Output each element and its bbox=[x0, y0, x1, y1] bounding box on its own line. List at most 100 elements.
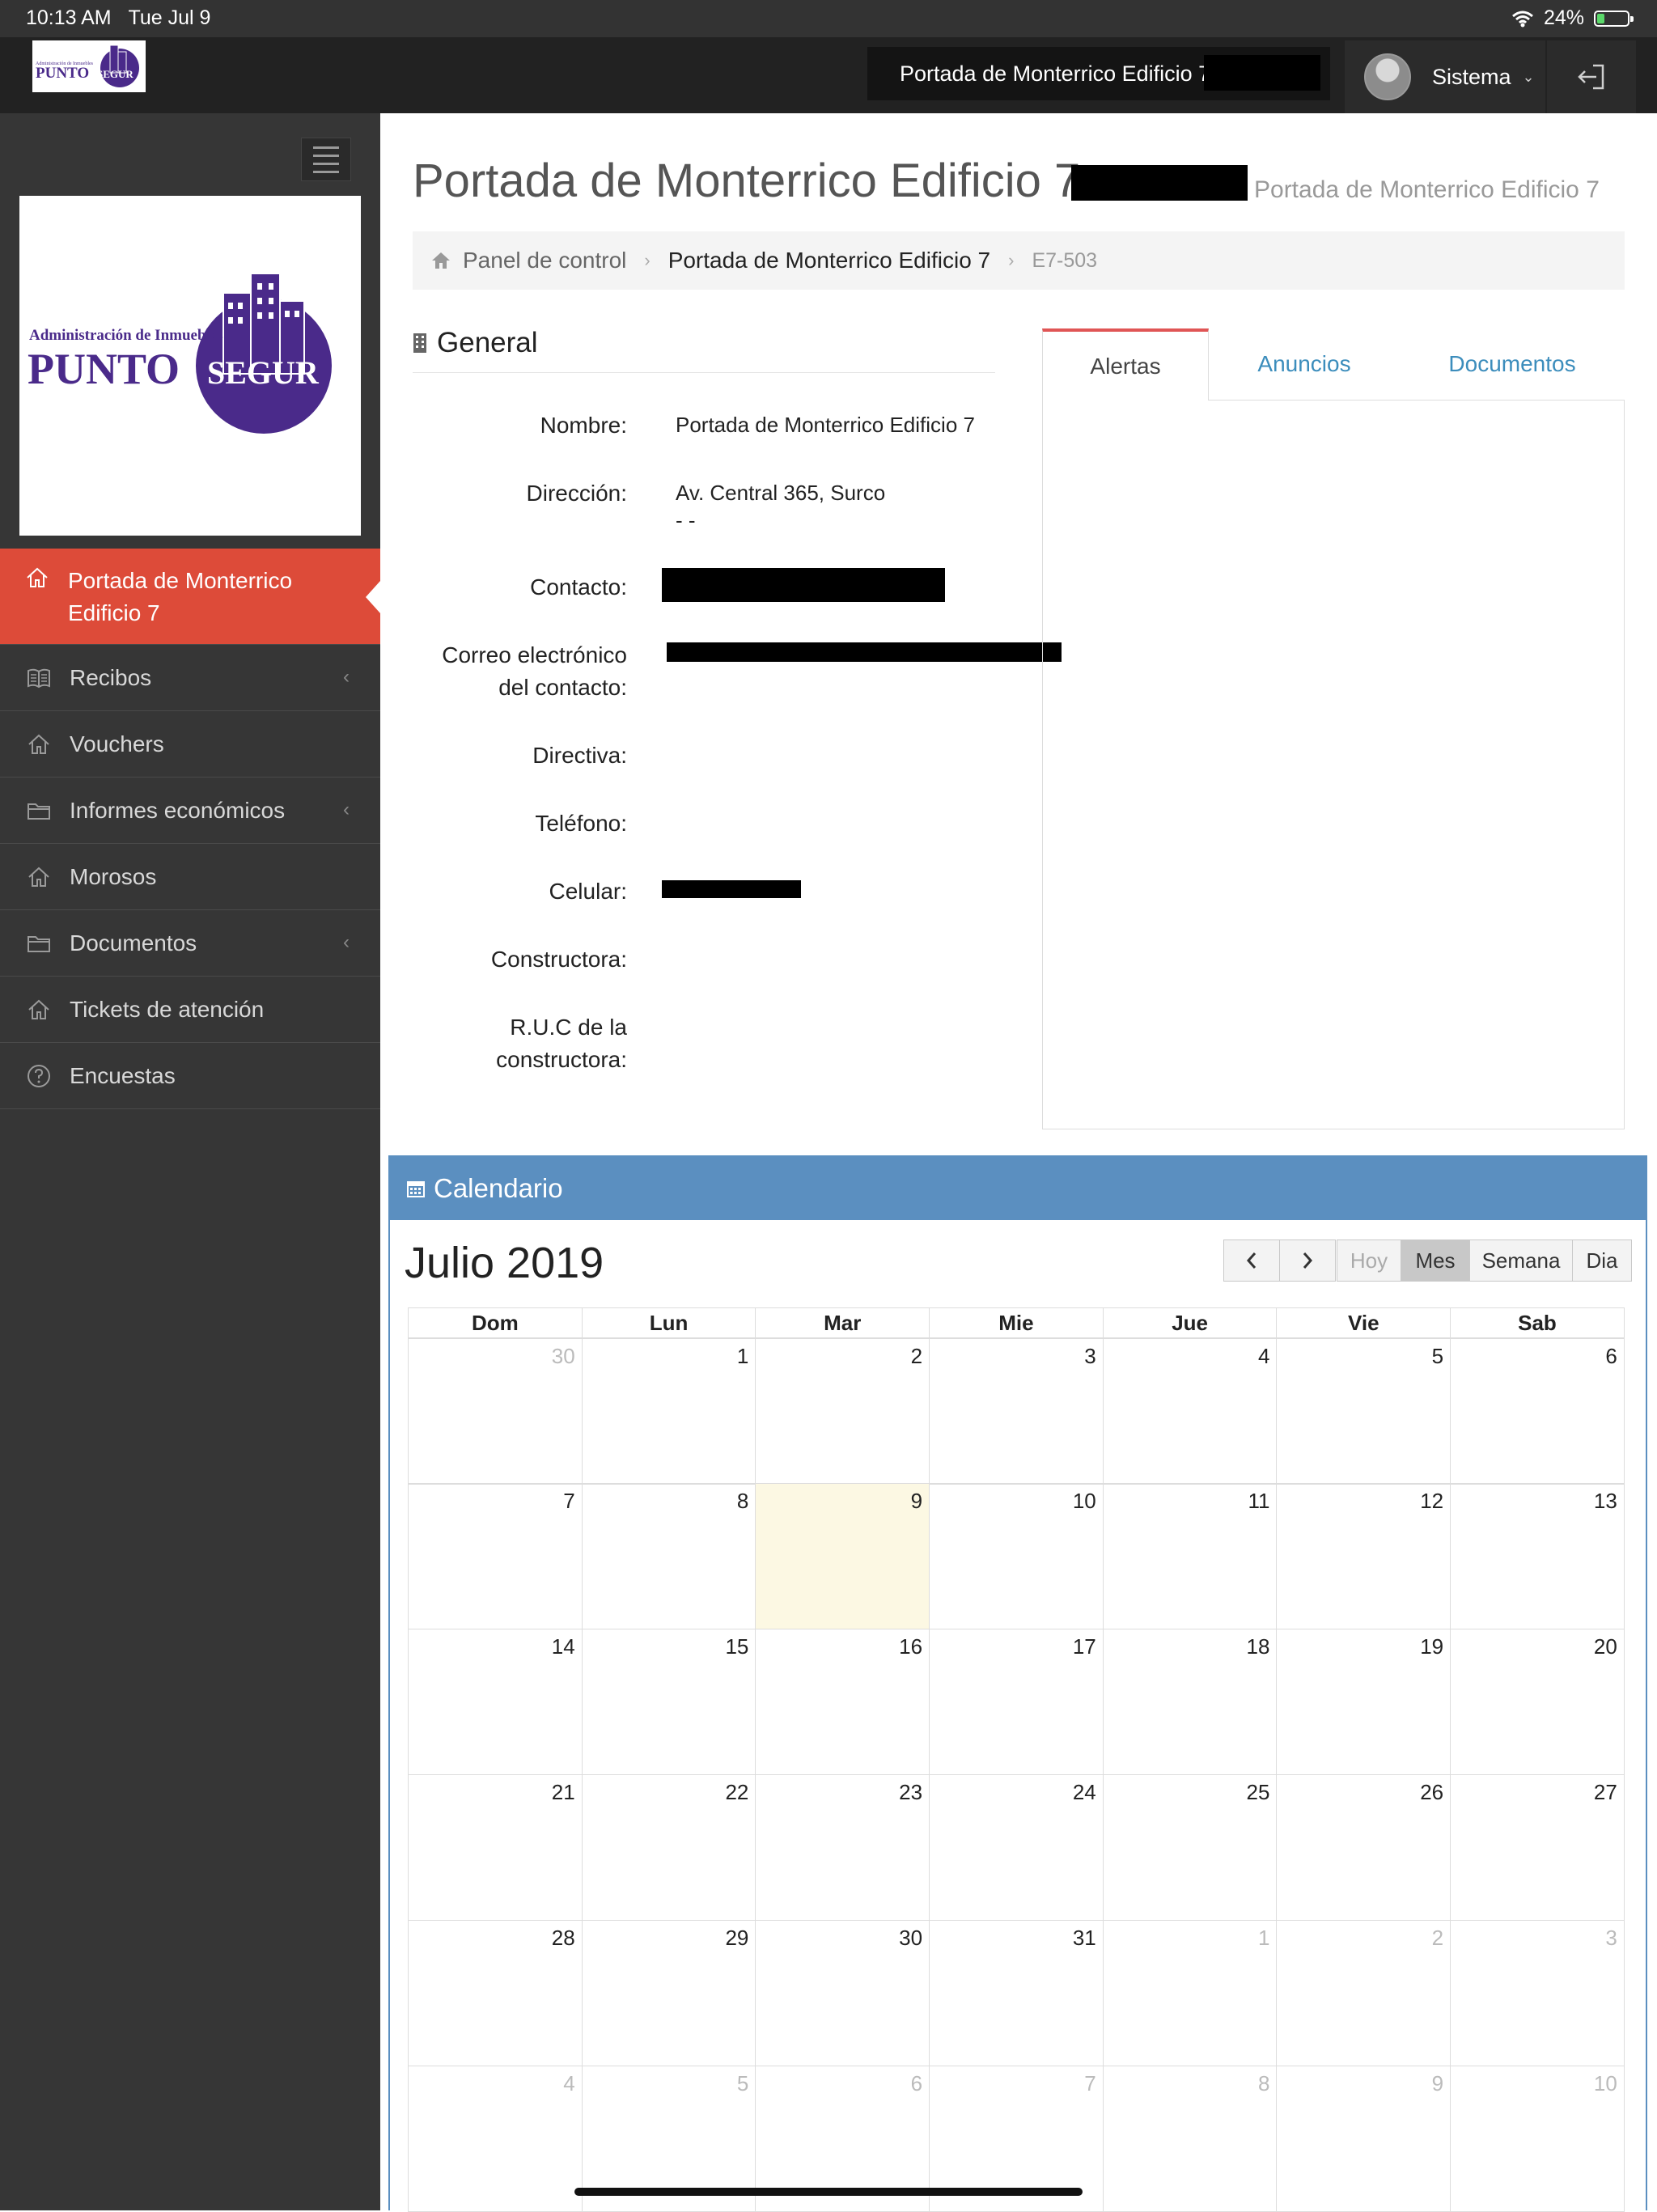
calendar-day-cell[interactable]: 28 bbox=[408, 1920, 583, 2066]
label-ruc-line1: R.U.C de la bbox=[510, 1015, 627, 1040]
calendar-day-number: 2 bbox=[910, 1344, 923, 1368]
sidebar-item-tickets-de-atención[interactable]: Tickets de atención bbox=[0, 977, 380, 1043]
calendar-day-cell[interactable]: 9 bbox=[755, 1483, 930, 1629]
sidebar-item-informes-económicos[interactable]: Informes económicos ‹ bbox=[0, 778, 380, 844]
calendar-day-cell[interactable]: 25 bbox=[1102, 1774, 1278, 1921]
sidebar-item-label: Informes económicos bbox=[70, 797, 286, 823]
value-direccion-line2: - - bbox=[676, 508, 696, 532]
calendar-day-button[interactable]: Dia bbox=[1572, 1239, 1632, 1282]
calendar-box: Calendario Julio 2019 Hoy Mes Semana Dia… bbox=[388, 1155, 1647, 2212]
page-title: Portada de Monterrico Edificio 7 bbox=[413, 155, 1081, 207]
tab-anuncios[interactable]: Anuncios bbox=[1209, 328, 1400, 400]
calendar-day-number: 29 bbox=[725, 1926, 749, 1950]
calendar-day-cell[interactable]: 8 bbox=[1102, 2066, 1278, 2212]
redacted-block bbox=[1204, 55, 1320, 91]
calendar-day-cell[interactable]: 3 bbox=[1450, 1920, 1625, 2066]
sidebar-item-recibos[interactable]: Recibos ‹ bbox=[0, 645, 380, 711]
calendar-day-cell[interactable]: 29 bbox=[581, 1920, 756, 2066]
calendar-day-number: 13 bbox=[1593, 1489, 1617, 1513]
calendar-day-cell[interactable]: 5 bbox=[1276, 1338, 1451, 1485]
chevron-right-icon bbox=[1303, 1252, 1313, 1269]
calendar-day-of-week: Vie bbox=[1276, 1307, 1451, 1338]
calendar-day-number: 27 bbox=[1593, 1780, 1617, 1804]
header-logo[interactable]: Administración de Inmuebles PUNTO SEGUR bbox=[32, 40, 146, 92]
breadcrumb-dashboard[interactable]: Panel de control bbox=[463, 248, 626, 273]
calendar-day-cell[interactable]: 21 bbox=[408, 1774, 583, 1921]
calendar-day-of-week: Lun bbox=[581, 1307, 756, 1338]
calendar-day-cell[interactable]: 22 bbox=[581, 1774, 756, 1921]
calendar-day-cell[interactable]: 4 bbox=[1102, 1338, 1278, 1485]
calendar-day-cell[interactable]: 20 bbox=[1450, 1629, 1625, 1775]
label-telefono: Teléfono: bbox=[535, 811, 627, 836]
calendar-day-cell[interactable]: 14 bbox=[408, 1629, 583, 1775]
home-indicator bbox=[574, 2188, 1083, 2196]
calendar-day-cell[interactable]: 30 bbox=[408, 1338, 583, 1485]
sidebar-item-vouchers[interactable]: Vouchers bbox=[0, 711, 380, 778]
calendar-prev-button[interactable] bbox=[1223, 1239, 1280, 1282]
calendar-day-number: 20 bbox=[1593, 1634, 1617, 1659]
calendar-day-cell[interactable]: 31 bbox=[929, 1920, 1104, 2066]
calendar-day-number: 5 bbox=[736, 2071, 749, 2095]
calendar-month-button[interactable]: Mes bbox=[1401, 1239, 1470, 1282]
sidebar-item-portada-de-monterrico-edificio-7[interactable]: Portada de Monterrico Edificio 7 bbox=[0, 549, 380, 645]
calendar-day-number: 30 bbox=[551, 1344, 575, 1368]
calendar-today-button[interactable]: Hoy bbox=[1337, 1239, 1401, 1282]
calendar-day-cell[interactable]: 1 bbox=[1102, 1920, 1278, 2066]
calendar-day-cell[interactable]: 1 bbox=[581, 1338, 756, 1485]
calendar-day-number: 9 bbox=[910, 1489, 923, 1513]
calendar-day-number: 24 bbox=[1072, 1780, 1096, 1804]
sidebar-item-morosos[interactable]: Morosos bbox=[0, 844, 380, 910]
calendar-day-cell[interactable]: 24 bbox=[929, 1774, 1104, 1921]
logout-button[interactable] bbox=[1545, 40, 1636, 113]
calendar-day-cell[interactable]: 10 bbox=[929, 1483, 1104, 1629]
breadcrumb-building[interactable]: Portada de Monterrico Edificio 7 bbox=[668, 248, 990, 273]
calendar-day-cell[interactable]: 4 bbox=[408, 2066, 583, 2212]
calendar-day-cell[interactable]: 19 bbox=[1276, 1629, 1451, 1775]
calendar-day-number: 1 bbox=[736, 1344, 749, 1368]
calendar-day-number: 3 bbox=[1605, 1926, 1617, 1950]
calendar-day-cell[interactable]: 3 bbox=[929, 1338, 1104, 1485]
folder-icon bbox=[26, 798, 58, 824]
label-direccion: Dirección: bbox=[526, 481, 627, 506]
calendar-day-cell[interactable]: 16 bbox=[755, 1629, 930, 1775]
calendar-day-number: 15 bbox=[725, 1634, 749, 1659]
calendar-day-of-week: Mar bbox=[755, 1307, 930, 1338]
calendar-day-cell[interactable]: 27 bbox=[1450, 1774, 1625, 1921]
calendar-day-cell[interactable]: 30 bbox=[755, 1920, 930, 2066]
label-correo: Correo electrónico del contacto: bbox=[409, 639, 627, 704]
calendar-day-cell[interactable]: 6 bbox=[1450, 1338, 1625, 1485]
calendar-day-cell[interactable]: 8 bbox=[581, 1483, 756, 1629]
calendar-day-number: 6 bbox=[1605, 1344, 1617, 1368]
calendar-day-cell[interactable]: 13 bbox=[1450, 1483, 1625, 1629]
calendar-day-cell[interactable]: 17 bbox=[929, 1629, 1104, 1775]
calendar-day-number: 31 bbox=[1072, 1926, 1096, 1950]
calendar-day-cell[interactable]: 7 bbox=[408, 1483, 583, 1629]
sidebar-item-documentos[interactable]: Documentos ‹ bbox=[0, 910, 380, 977]
calendar-day-cell[interactable]: 18 bbox=[1102, 1629, 1278, 1775]
calendar-day-cell[interactable]: 9 bbox=[1276, 2066, 1451, 2212]
calendar-next-button[interactable] bbox=[1279, 1239, 1336, 1282]
sidebar-item-encuestas[interactable]: Encuestas bbox=[0, 1043, 380, 1109]
sidebar-toggle-button[interactable] bbox=[301, 138, 351, 181]
redacted-block bbox=[1071, 165, 1248, 201]
calendar-day-number: 2 bbox=[1431, 1926, 1444, 1950]
general-section: General bbox=[413, 327, 995, 373]
calendar-day-cell[interactable]: 10 bbox=[1450, 2066, 1625, 2212]
calendar-day-number: 14 bbox=[551, 1634, 575, 1659]
calendar-day-cell[interactable]: 12 bbox=[1276, 1483, 1451, 1629]
calendar-icon bbox=[407, 1181, 425, 1197]
calendar-day-cell[interactable]: 2 bbox=[755, 1338, 930, 1485]
tab-alertas[interactable]: Alertas bbox=[1042, 328, 1209, 400]
sidebar-item-label: Morosos bbox=[70, 863, 157, 889]
wifi-icon bbox=[1511, 11, 1533, 27]
tab-documentos[interactable]: Documentos bbox=[1400, 328, 1625, 400]
calendar-day-cell[interactable]: 15 bbox=[581, 1629, 756, 1775]
label-ruc: R.U.C de la constructora: bbox=[409, 1011, 627, 1076]
calendar-day-cell[interactable]: 11 bbox=[1102, 1483, 1278, 1629]
calendar-day-cell[interactable]: 26 bbox=[1276, 1774, 1451, 1921]
user-menu[interactable]: Sistema ⌄ bbox=[1345, 40, 1545, 113]
value-nombre: Portada de Monterrico Edificio 7 bbox=[676, 413, 975, 437]
calendar-day-cell[interactable]: 23 bbox=[755, 1774, 930, 1921]
calendar-day-cell[interactable]: 2 bbox=[1276, 1920, 1451, 2066]
calendar-week-button[interactable]: Semana bbox=[1469, 1239, 1573, 1282]
